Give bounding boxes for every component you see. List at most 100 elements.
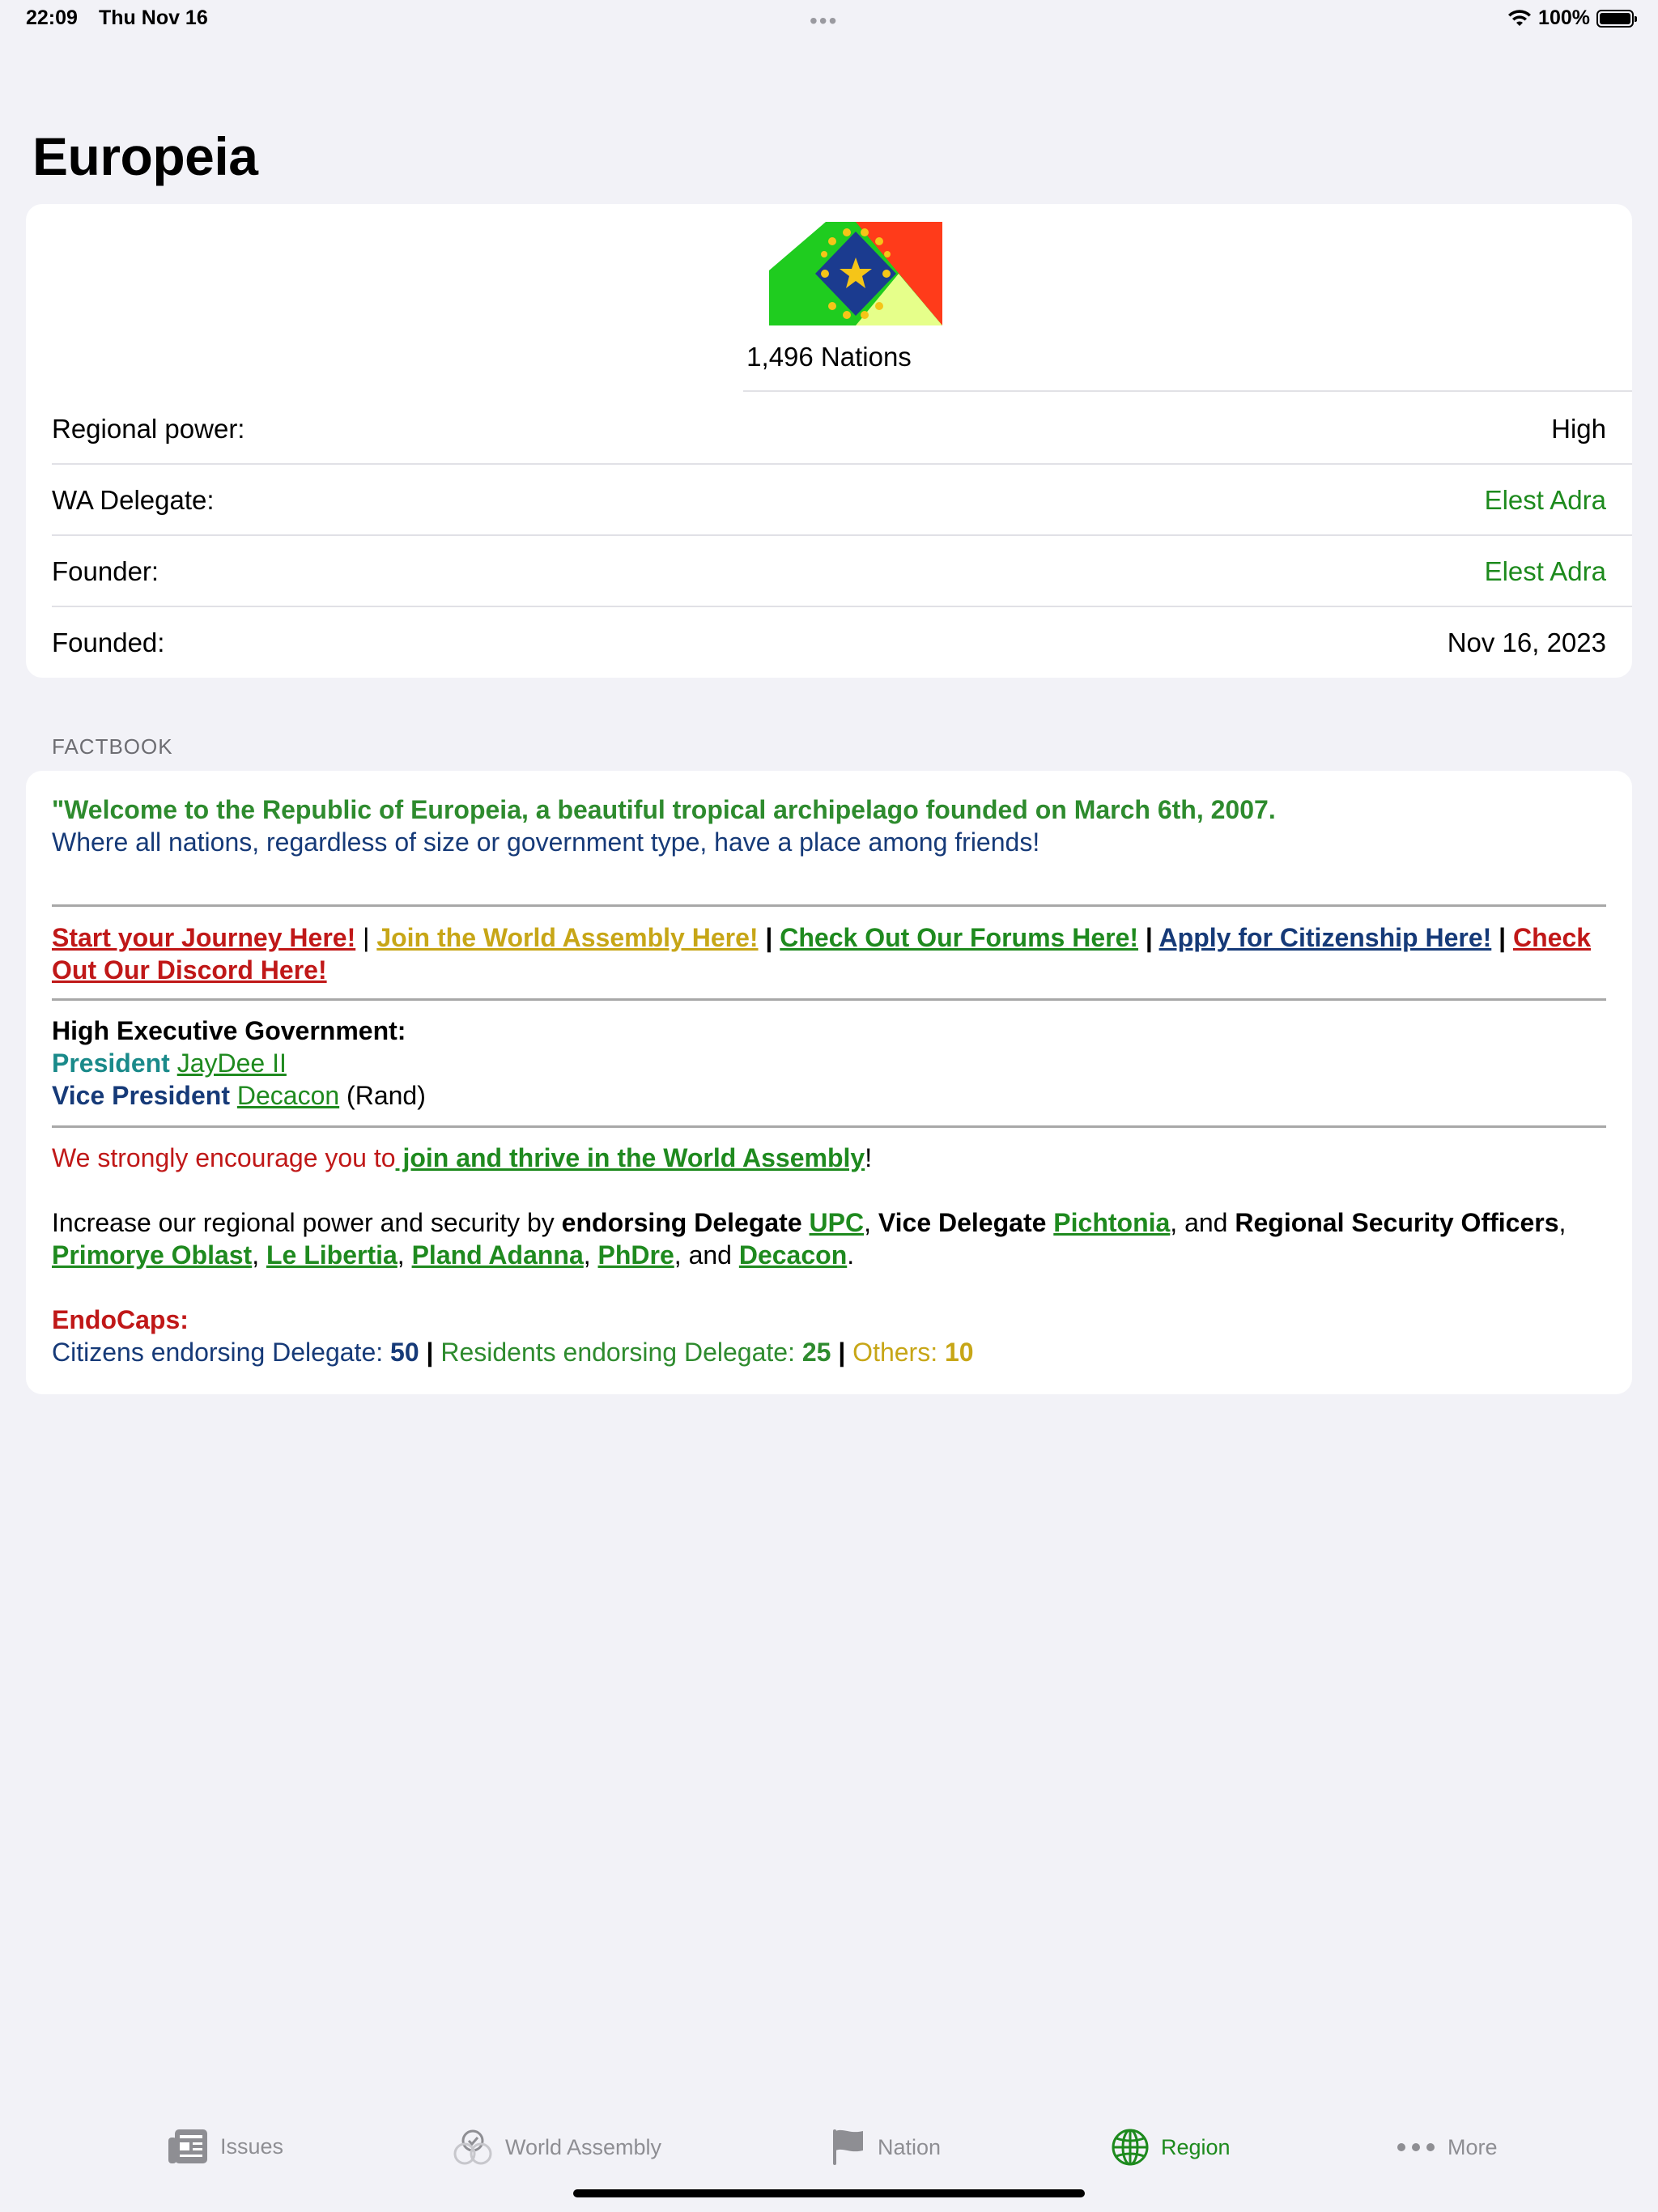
forums-link[interactable]: Check Out Our Forums Here! — [780, 923, 1138, 952]
discord-link[interactable]: Check — [1513, 923, 1591, 952]
tab-label: World Assembly — [505, 2134, 662, 2159]
page-title: Europeia — [32, 126, 258, 186]
rso-link[interactable]: Decacon — [739, 1240, 847, 1270]
row-label: Founder: — [52, 556, 159, 586]
row-label: Regional power: — [52, 414, 245, 444]
region-summary-card: 1,496 Nations Regional power: High WA De… — [26, 204, 1632, 678]
tab-region[interactable]: Region — [1111, 2128, 1231, 2167]
residents-value: 25 — [801, 1338, 831, 1367]
delegate-link[interactable]: UPC — [810, 1208, 865, 1237]
divider — [52, 904, 1606, 907]
endocaps-block: EndoCaps: Citizens endorsing Delegate: 5… — [52, 1304, 1606, 1368]
vice-delegate-link[interactable]: Pichtonia — [1053, 1208, 1170, 1237]
rso-separator: , and — [674, 1240, 739, 1270]
others-value: 10 — [944, 1338, 974, 1367]
government-block: High Executive Government: President Jay… — [52, 1015, 1606, 1112]
endocaps-separator: | — [831, 1338, 853, 1367]
row-label: Founded: — [52, 627, 165, 657]
tab-label: Issues — [220, 2133, 284, 2159]
link-separator: | — [355, 923, 377, 952]
increase-text: , — [1558, 1208, 1567, 1237]
citizens-label: Citizens endorsing Delegate: — [52, 1338, 391, 1367]
welcome-block: "Welcome to the Republic of Europeia, a … — [52, 793, 1606, 858]
endocaps-separator: | — [419, 1338, 441, 1367]
status-date: Thu Nov 16 — [99, 6, 208, 29]
row-founder[interactable]: Founder: Elest Adra — [52, 536, 1632, 607]
row-founded: Founded: Nov 16, 2023 — [52, 607, 1606, 678]
increase-text: , and — [1170, 1208, 1235, 1237]
factbook-section-label: FACTBOOK — [52, 734, 173, 759]
tab-nation[interactable]: Nation — [831, 2128, 941, 2167]
tab-label: Nation — [878, 2134, 942, 2159]
factbook-card: "Welcome to the Republic of Europeia, a … — [26, 771, 1632, 1394]
status-bar: 22:09 Thu Nov 16 ••• 100% — [0, 0, 1658, 39]
tab-issues[interactable]: Issues — [167, 2128, 283, 2165]
president-link[interactable]: JayDee II — [177, 1049, 287, 1078]
quick-links: Start your Journey Here! | Join the Worl… — [52, 921, 1606, 986]
link-separator: | — [758, 923, 780, 952]
row-regional-power: Regional power: High — [52, 393, 1632, 465]
tab-label: Region — [1161, 2134, 1231, 2159]
divider — [52, 1125, 1606, 1128]
globe-icon — [1112, 2129, 1149, 2166]
rso-link[interactable]: Primorye Oblast — [52, 1240, 252, 1270]
president-label: President — [52, 1049, 170, 1078]
encourage-text: We strongly encourage you to — [52, 1143, 396, 1172]
join-wa-link[interactable]: Join the World Assembly Here! — [376, 923, 758, 952]
rso-separator: , — [252, 1240, 266, 1270]
tab-more[interactable]: More — [1396, 2128, 1498, 2167]
link-separator: | — [1138, 923, 1159, 952]
encourage-block: We strongly encourage you to join and th… — [52, 1142, 1606, 1174]
endocaps-heading: EndoCaps: — [52, 1305, 189, 1334]
home-indicator[interactable] — [573, 2189, 1085, 2197]
subwelcome-text: Where all nations, regardless of size or… — [52, 827, 1040, 857]
divider — [52, 998, 1606, 1001]
vp-note: (Rand) — [346, 1081, 426, 1110]
multitasking-dots-icon[interactable]: ••• — [810, 8, 838, 34]
founder-link[interactable]: Elest Adra — [1485, 556, 1606, 587]
rso-link[interactable]: Pland Adanna — [412, 1240, 584, 1270]
newspaper-icon — [168, 2129, 207, 2163]
vp-link[interactable]: Decacon — [237, 1081, 339, 1110]
status-right: 100% — [1507, 6, 1637, 30]
ellipsis-icon — [1397, 2143, 1435, 2151]
battery-icon — [1596, 9, 1637, 28]
rso-link[interactable]: Le Libertia — [266, 1240, 397, 1270]
increase-text: , — [864, 1208, 878, 1237]
increase-end: . — [847, 1240, 855, 1270]
vp-label: Vice President — [52, 1081, 230, 1110]
increase-bold: Vice Delegate — [878, 1208, 1054, 1237]
flag-icon — [833, 2129, 863, 2165]
increase-bold: Regional Security Officers — [1235, 1208, 1559, 1237]
citizens-value: 50 — [390, 1338, 419, 1367]
join-thrive-wa-link[interactable]: join and thrive in the World Assembly — [396, 1143, 865, 1172]
wa-delegate-link[interactable]: Elest Adra — [1485, 485, 1606, 516]
increase-text: Increase our regional power and security… — [52, 1208, 562, 1237]
divider — [743, 390, 1632, 392]
others-label: Others: — [852, 1338, 945, 1367]
rso-link[interactable]: PhDre — [598, 1240, 674, 1270]
tab-label: More — [1448, 2134, 1498, 2159]
status-time: 22:09 — [26, 6, 78, 29]
increase-bold: endorsing Delegate — [561, 1208, 810, 1237]
wa-icon — [453, 2129, 492, 2165]
row-wa-delegate[interactable]: WA Delegate: Elest Adra — [52, 465, 1632, 536]
link-separator: | — [1491, 923, 1513, 952]
increase-power-block: Increase our regional power and security… — [52, 1206, 1606, 1271]
tab-world-assembly[interactable]: World Assembly — [452, 2128, 661, 2167]
nation-count: 1,496 Nations — [746, 342, 912, 372]
discord-link-continued[interactable]: Out Our Discord Here! — [52, 955, 327, 985]
rso-separator: , — [583, 1240, 598, 1270]
region-flag[interactable] — [769, 222, 942, 325]
encourage-end: ! — [865, 1143, 873, 1172]
row-label: WA Delegate: — [52, 485, 215, 515]
gov-heading: High Executive Government: — [52, 1016, 406, 1045]
residents-label: Residents endorsing Delegate: — [440, 1338, 802, 1367]
welcome-text: "Welcome to the Republic of Europeia, a … — [52, 795, 1276, 824]
citizenship-link[interactable]: Apply for Citizenship Here! — [1159, 923, 1492, 952]
row-value: High — [1551, 414, 1606, 444]
battery-percent: 100% — [1538, 6, 1590, 29]
journey-link[interactable]: Start your Journey Here! — [52, 923, 355, 952]
wifi-icon — [1508, 9, 1532, 26]
row-value: Nov 16, 2023 — [1447, 627, 1606, 657]
